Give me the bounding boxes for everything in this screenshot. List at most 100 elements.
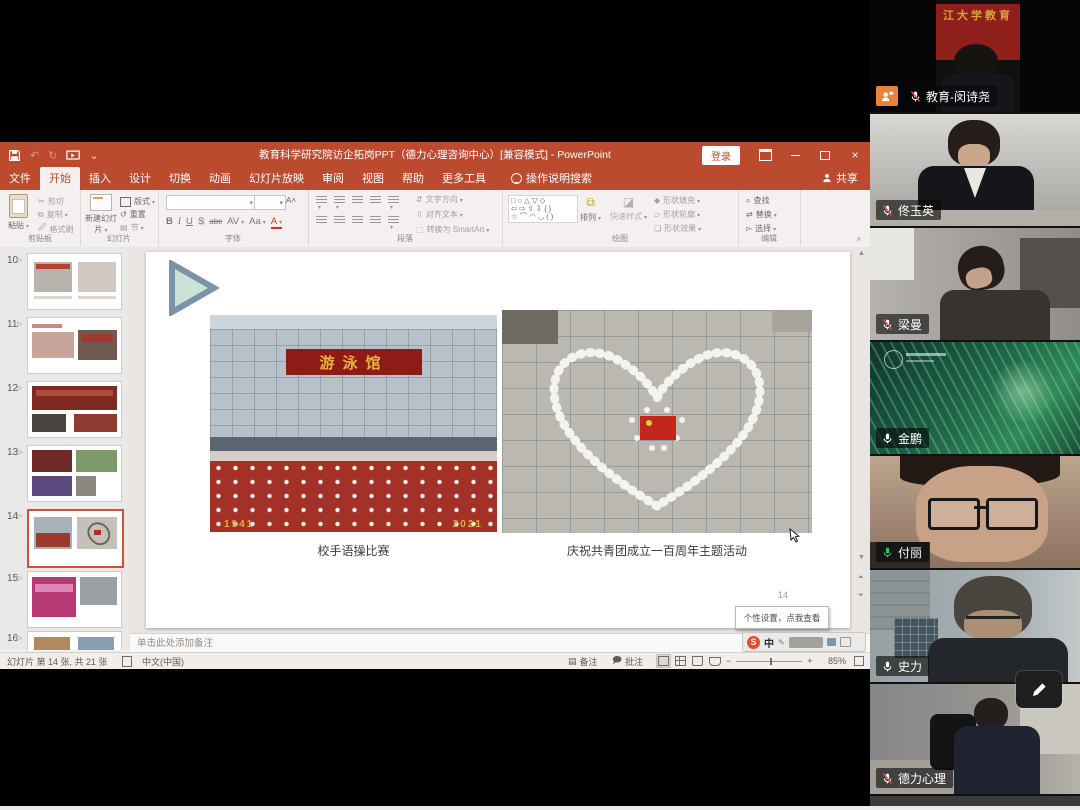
participant-tile[interactable]: 江大学教育 教育-闵诗尧 [870,0,1080,112]
italic-button[interactable]: I [178,217,181,227]
bold-button[interactable]: B [166,216,173,227]
font-size-select[interactable]: ▾ [254,195,286,210]
replace-button[interactable]: ⇄替换 [746,209,777,220]
next-slide-icon[interactable]: ⏷ [858,591,864,601]
ime-toolbar[interactable]: S 中 ✎ [742,632,866,652]
slide-thumbnail-12[interactable] [27,381,122,438]
shape-outline-button[interactable]: ▱形状轮廓 [654,209,700,220]
customize-qat-icon[interactable]: ⌄ [89,149,98,162]
vertical-scrollbar[interactable]: ▲ ▼ ⏶ ⏷ [856,247,868,633]
photo-youth-league-heart[interactable] [502,310,812,533]
collapse-ribbon-icon[interactable]: ˄ [856,235,861,244]
fit-to-window-icon[interactable] [854,653,864,669]
shape-fill-button[interactable]: ◆形状填充 [654,195,700,206]
font-color-button[interactable]: A [271,218,282,229]
participant-tile[interactable]: 梁曼 [870,228,1080,340]
underline-button[interactable]: U [186,216,193,227]
tab-file[interactable]: 文件 [0,167,40,190]
restore-button[interactable] [810,142,840,168]
decrease-indent-icon[interactable] [352,196,363,205]
numbering-icon[interactable] [334,196,345,205]
copy-button[interactable]: ⧉复制 [38,209,68,220]
minimize-button[interactable] [780,142,810,168]
arrange-button[interactable]: ⧉ 排列 [580,195,601,223]
redo-icon[interactable]: ↻ [48,149,57,162]
normal-view-button[interactable] [656,654,671,668]
ime-toolbox-icon[interactable] [827,638,836,646]
participant-tile[interactable]: 佟玉英 [870,114,1080,226]
annotation-pen-button[interactable] [1016,671,1062,708]
language-indicator[interactable]: 中文(中国) [142,653,184,669]
strikethrough-button[interactable]: abc [209,217,222,226]
slide-thumbnail-15[interactable] [27,571,122,628]
scroll-up-icon[interactable]: ▲ [858,249,865,259]
undo-icon[interactable]: ↶ [30,149,39,162]
tell-me-search[interactable]: 操作说明搜索 [511,170,592,190]
tab-view[interactable]: 视图 [353,167,393,190]
spell-check-icon[interactable] [122,653,132,669]
tab-home[interactable]: 开始 [40,167,80,190]
notes-toggle[interactable]: ▤备注 [568,653,598,669]
shapes-gallery[interactable]: □○△▽◇ ⇦⇨⇧⇩{} ☆⌒◠◡() [508,195,578,223]
slide-thumbnail-11[interactable] [27,317,122,374]
tab-review[interactable]: 审阅 [313,167,353,190]
grow-font-icon[interactable]: A˄ [286,196,296,205]
tab-slideshow[interactable]: 幻灯片放映 [240,167,313,190]
slide-thumbnail-14-selected[interactable] [27,509,124,568]
align-center-icon[interactable] [334,216,345,225]
ribbon-display-options-icon[interactable] [750,142,780,168]
reading-view-button[interactable] [690,654,705,668]
paste-button[interactable]: 粘贴 [8,194,29,231]
columns-icon[interactable] [388,216,399,225]
font-name-select[interactable]: ▾ [166,195,256,210]
ime-keyboard-icon[interactable] [840,637,851,647]
ime-pen-icon[interactable]: ✎ [778,638,785,647]
slideshow-view-button[interactable] [707,654,722,668]
zoom-percentage[interactable]: 85% [828,653,846,669]
close-button[interactable]: × [840,142,870,168]
align-right-icon[interactable] [352,216,363,225]
bullets-icon[interactable] [316,196,327,205]
text-shadow-button[interactable]: S [198,216,204,227]
scroll-down-icon[interactable]: ▼ [858,553,865,563]
zoom-out-icon[interactable]: − [726,656,731,666]
tab-more-tools[interactable]: 更多工具 [433,167,495,190]
zoom-in-icon[interactable]: + [807,656,812,666]
sign-in-button[interactable]: 登录 [702,146,740,165]
comments-toggle[interactable]: 🗩批注 [612,653,643,669]
quick-styles-button[interactable]: ◪ 快速样式 [610,195,647,222]
slide-thumbnail-13[interactable] [27,445,122,502]
align-text-button[interactable]: ⇳对齐文本 [416,209,463,220]
tab-help[interactable]: 帮助 [393,167,433,190]
slide-thumbnail-10[interactable] [27,253,122,310]
sogou-logo-icon[interactable]: S [747,636,760,649]
zoom-slider[interactable] [736,661,802,662]
participant-tile-active-speaker[interactable]: 付丽 [870,456,1080,568]
slide-thumbnail-16[interactable] [27,631,122,650]
character-spacing-button[interactable]: AV [227,216,244,227]
share-button[interactable]: 共享 [822,170,870,190]
line-spacing-icon[interactable] [388,196,399,205]
change-case-button[interactable]: Aa [249,216,266,227]
section-button[interactable]: ▤节 [120,222,144,233]
tab-transitions[interactable]: 切换 [160,167,200,190]
new-slide-button[interactable]: 新建幻灯片 [86,194,116,235]
tab-design[interactable]: 设计 [120,167,160,190]
ime-mode-indicator[interactable]: 中 [764,635,774,650]
slideshow-from-start-icon[interactable] [66,150,80,161]
layout-button[interactable]: 版式 [120,196,155,207]
save-icon[interactable] [8,149,21,162]
current-slide[interactable]: 游泳馆 1941 2021 [146,252,850,628]
justify-icon[interactable] [370,216,381,225]
slide-sorter-view-button[interactable] [673,654,688,668]
previous-slide-icon[interactable]: ⏶ [858,573,864,583]
align-left-icon[interactable] [316,216,327,225]
participant-tile[interactable]: 金鹏 [870,342,1080,454]
ime-tooltip[interactable]: 个性设置，点我查看 [735,606,829,629]
participant-tile[interactable]: 史力 [870,570,1080,682]
find-button[interactable]: ⌕查找 [746,195,769,206]
cut-button[interactable]: ✂剪切 [38,196,64,207]
tab-animations[interactable]: 动画 [200,167,240,190]
tab-insert[interactable]: 插入 [80,167,120,190]
ime-skin-box[interactable] [789,637,823,648]
